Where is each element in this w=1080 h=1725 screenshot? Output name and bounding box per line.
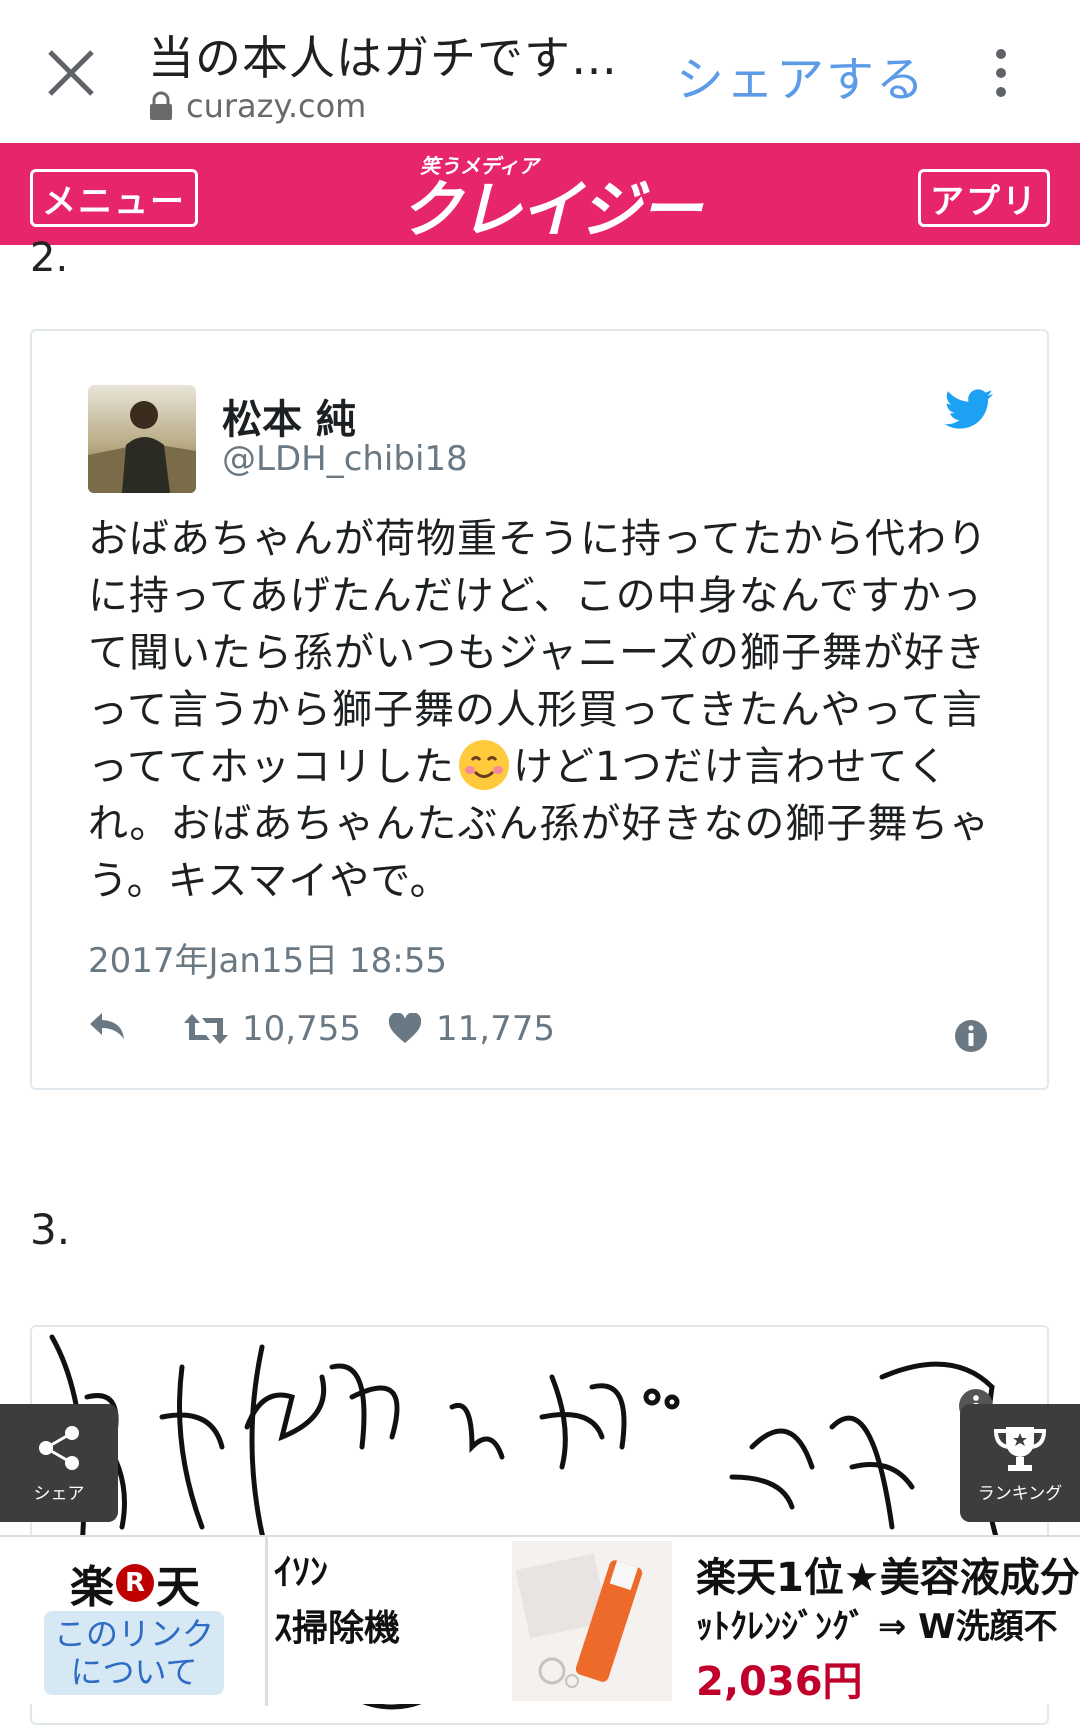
retweet-icon [184,1014,228,1044]
ad-about-link[interactable]: このリンク について [44,1611,224,1695]
retweet-count: 10,755 [242,1009,361,1049]
app-button[interactable]: アプリ [918,169,1050,227]
menu-button[interactable]: メニュー [30,169,198,227]
more-options-icon[interactable] [986,46,1016,100]
twitter-bird-icon[interactable] [944,389,994,431]
ad-rakuten-panel: 楽R天 このリンク について [0,1537,268,1706]
rakuten-logo[interactable]: 楽R天 [70,1551,200,1615]
rakuten-logo-right: 天 [156,1562,200,1613]
ad-banner[interactable]: 楽R天 このリンク について ｲｿﾝ ｽ掃除機 楽天1位★美容液成分 ｯﾄｸﾚﾝ… [0,1535,1080,1706]
ad-item-vacuum-text: ｲｿﾝ ｽ掃除機 [274,1545,400,1657]
site-logo[interactable]: 笑うメディア クレイジー [400,149,740,241]
ad-product-image[interactable] [512,1541,672,1701]
tweet-author-handle[interactable]: @LDH_chibi18 [222,439,468,479]
page-title: 当の本人はガチです… [148,31,618,85]
smiling-face-emoji-icon [459,740,509,790]
embedded-tweet[interactable]: 松本 純 @LDH_chibi18 おばあちゃんが荷物重そうに持ってたから代わり… [30,329,1049,1090]
floating-share-button[interactable]: シェア [0,1404,118,1522]
reply-icon [90,1013,124,1039]
floating-ranking-label: ランキング [977,1483,1063,1504]
ad-item-vacuum-line1: ｲｿﾝ [274,1552,328,1593]
tweet-text: おばあちゃんが荷物重そうに持ってたから代わりに持ってあげたんだけど、この中身なん… [88,511,1008,910]
ad-item-vacuum-line2: ｽ掃除機 [274,1608,401,1649]
tweet-actions: 10,755 11,775 [88,1009,1008,1059]
ad-item-cleansing[interactable]: 楽天1位★美容液成分 ｯﾄｸﾚﾝｼﾞﾝｸﾞ ⇒ W洗顔不 2,036円 [690,1537,1080,1706]
browser-toolbar: 当の本人はガチです… curazy.com シェアする [0,0,1080,143]
site-header: メニュー 笑うメディア クレイジー アプリ [0,143,1080,245]
section-number: 2. [30,235,69,281]
info-icon[interactable] [954,1019,988,1053]
ad-item-vacuum[interactable]: ｲｿﾝ ｽ掃除機 [268,1537,510,1706]
trophy-icon [993,1426,1047,1471]
avatar[interactable] [88,385,196,493]
svg-text:クレイジー: クレイジー [400,173,704,241]
url-row: curazy.com [148,86,366,126]
like-count: 11,775 [436,1009,555,1049]
share-button[interactable]: シェアする [676,40,926,110]
ad-item-cleansing-title: 楽天1位★美容液成分 [696,1555,1080,1601]
heart-icon [388,1013,422,1043]
rakuten-logo-left: 楽 [70,1562,114,1613]
retweet-button[interactable]: 10,755 [184,1009,361,1049]
lock-icon [150,91,172,120]
like-button[interactable]: 11,775 [388,1009,555,1049]
close-icon[interactable] [44,46,98,100]
floating-ranking-button[interactable]: ランキング [960,1404,1080,1522]
tweet-author-name[interactable]: 松本 純 [222,387,356,445]
ad-about-link-line2: について [70,1653,198,1691]
rakuten-r-mark: R [116,1564,154,1602]
ad-item-cleansing-subtitle: ｯﾄｸﾚﾝｼﾞﾝｸﾞ ⇒ W洗顔不 [696,1607,1058,1647]
ad-item-cleansing-price: 2,036円 [696,1659,863,1705]
reply-button[interactable] [88,1009,142,1043]
url-text: curazy.com [186,87,367,125]
tweet-timestamp[interactable]: 2017年Jan15日 18:55 [88,933,447,982]
floating-share-label: シェア [33,1483,85,1504]
share-icon [39,1425,79,1470]
section-number: 3. [30,1205,71,1254]
ad-about-link-line1: このリンク [53,1615,214,1653]
